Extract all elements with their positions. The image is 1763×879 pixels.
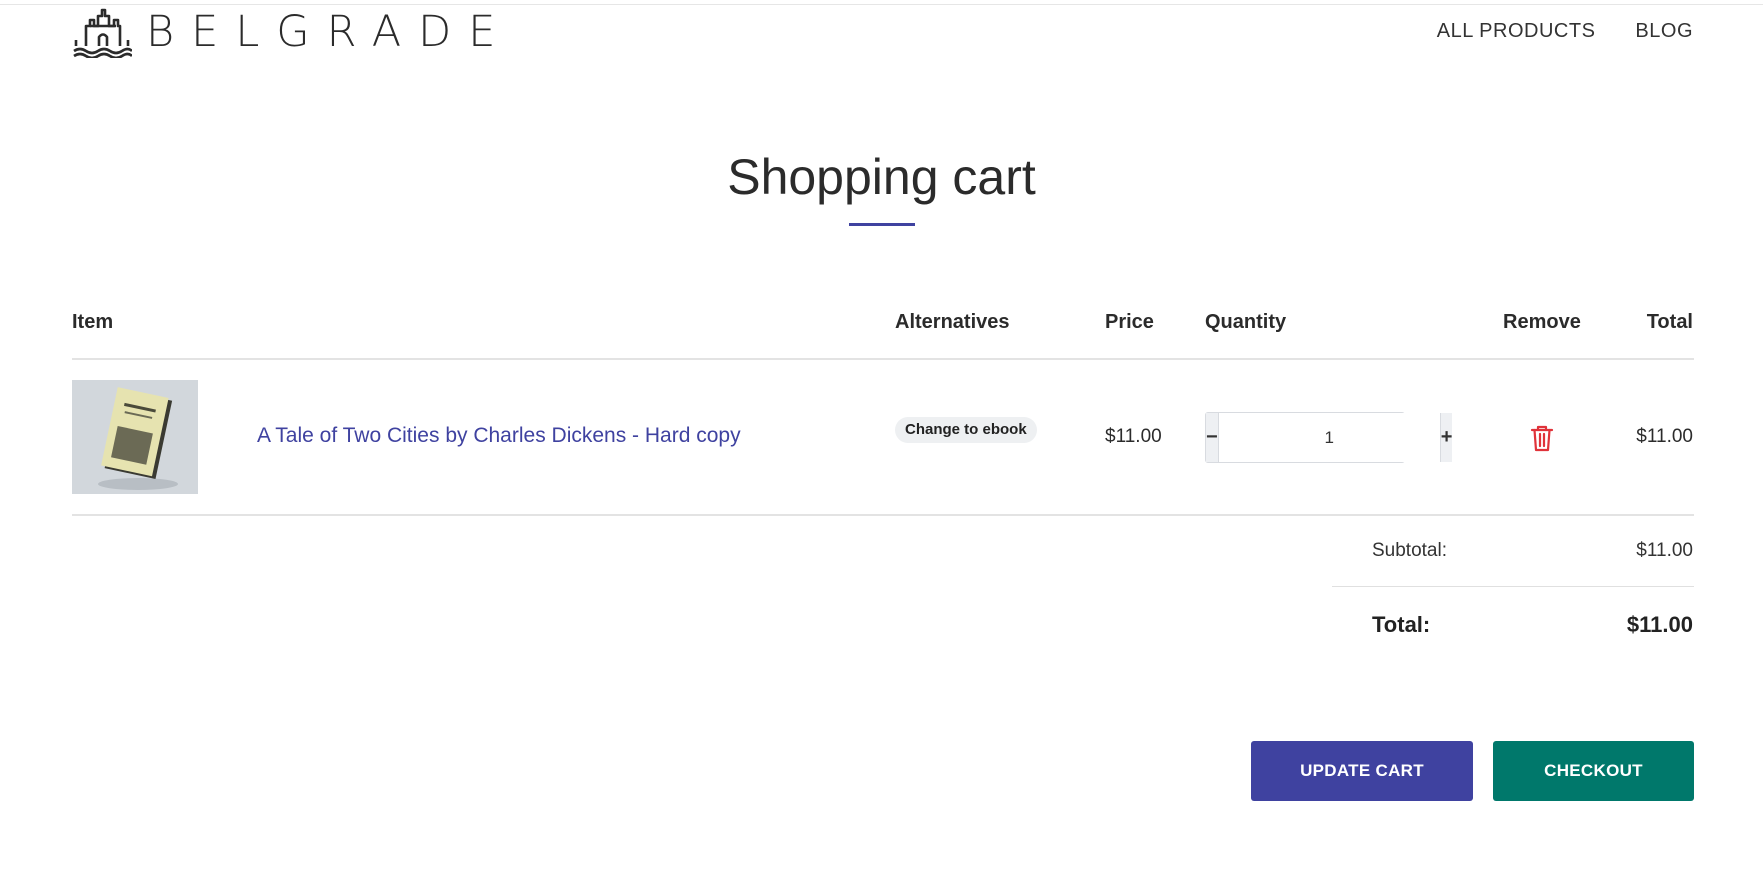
- column-header-item: Item: [72, 311, 114, 333]
- total-value: $11.00: [1626, 612, 1693, 637]
- title-underline: [849, 223, 915, 226]
- change-to-ebook-button[interactable]: Change to ebook: [895, 417, 1037, 443]
- castle-icon: [73, 8, 132, 58]
- product-thumbnail[interactable]: [72, 380, 198, 494]
- column-header-price: Price: [1105, 311, 1154, 333]
- column-header-remove: Remove: [1503, 311, 1581, 333]
- total-label: Total:: [1372, 612, 1431, 637]
- book-cover-image: [72, 380, 198, 494]
- column-header-total: Total: [1646, 311, 1693, 333]
- subtotal-label: Subtotal:: [1372, 540, 1447, 561]
- header-divider: [72, 358, 1694, 360]
- brand-logo[interactable]: BELGRADE: [72, 6, 512, 58]
- nav-all-products[interactable]: ALL PRODUCTS: [1437, 20, 1596, 43]
- quantity-increase-button[interactable]: +: [1439, 413, 1453, 462]
- line-total: $11.00: [1636, 426, 1693, 447]
- main-nav: ALL PRODUCTS BLOG: [1437, 20, 1693, 43]
- remove-item-button[interactable]: [1530, 424, 1554, 452]
- quantity-stepper: − +: [1205, 412, 1453, 463]
- subtotal-value: $11.00: [1636, 540, 1693, 561]
- trash-icon: [1530, 425, 1554, 452]
- update-cart-button[interactable]: UPDATE CART: [1251, 741, 1473, 801]
- top-border: [0, 4, 1763, 5]
- brand-name: BELGRADE: [146, 7, 513, 57]
- quantity-decrease-button[interactable]: −: [1206, 413, 1219, 462]
- item-price: $11.00: [1105, 426, 1162, 447]
- row-divider: [72, 514, 1694, 516]
- totals-divider: [1332, 586, 1694, 587]
- product-link[interactable]: A Tale of Two Cities by Charles Dickens …: [257, 424, 741, 448]
- column-header-alternatives: Alternatives: [895, 311, 1010, 333]
- checkout-button[interactable]: CHECKOUT: [1493, 741, 1694, 801]
- column-header-quantity: Quantity: [1205, 311, 1287, 333]
- quantity-input[interactable]: [1218, 413, 1440, 462]
- nav-blog[interactable]: BLOG: [1635, 20, 1693, 43]
- page-title: Shopping cart: [727, 149, 1036, 205]
